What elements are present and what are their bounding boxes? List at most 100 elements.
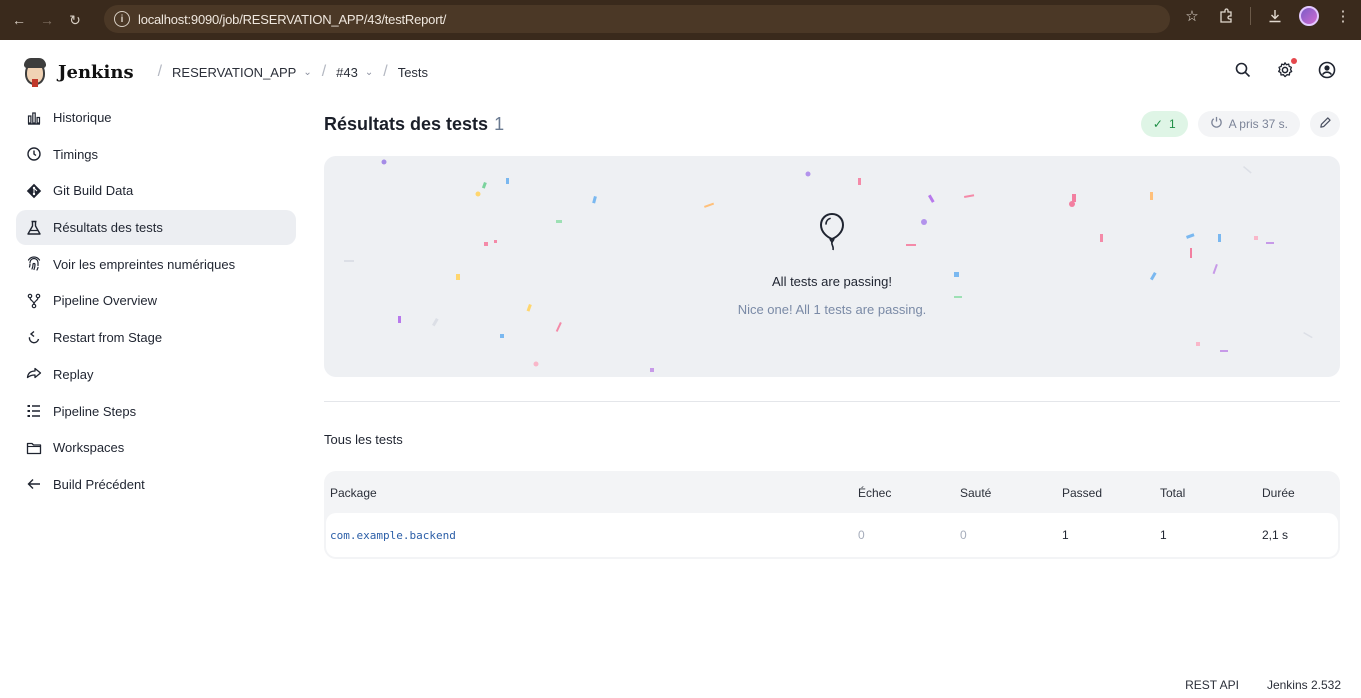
jenkins-logo-icon[interactable] (22, 57, 48, 87)
all-tests-passing-banner: All tests are passing! Nice one! All 1 t… (324, 156, 1340, 377)
notification-dot (1291, 58, 1297, 64)
toolbar-separator (1250, 7, 1251, 25)
back-arrow-icon[interactable]: ← (8, 9, 30, 31)
page-title-text: Résultats des tests (324, 113, 489, 134)
profile-avatar-icon[interactable] (1299, 6, 1319, 26)
table-header-row: Package Échec Sauté Passed Total Durée (326, 473, 1338, 513)
main-content: Résultats des tests 1 ✓ 1 A pris 37 s. A… (324, 104, 1340, 559)
edit-button[interactable] (1310, 111, 1340, 137)
sidebar-item-build-precedent[interactable]: Build Précédent (16, 467, 296, 502)
sidebar-item-pipeline-overview[interactable]: Pipeline Overview (16, 283, 296, 318)
column-header-echec[interactable]: Échec (858, 486, 960, 500)
breadcrumb-build[interactable]: #43 ⌄ (336, 65, 373, 80)
jenkins-version-link[interactable]: Jenkins 2.532 (1267, 678, 1341, 692)
arrow-left-icon (26, 476, 42, 492)
section-divider (324, 401, 1340, 402)
breadcrumb-build-label[interactable]: #43 (336, 65, 358, 80)
passed-tests-count: 1 (1168, 117, 1176, 131)
search-icon[interactable] (1233, 60, 1253, 80)
sidebar-item-empreintes[interactable]: Voir les empreintes numériques (16, 247, 296, 282)
rest-api-link[interactable]: REST API (1185, 678, 1239, 692)
column-header-saute[interactable]: Sauté (960, 486, 1062, 500)
column-header-duree[interactable]: Durée (1262, 486, 1322, 500)
sidebar-item-label[interactable]: Git Build Data (53, 183, 133, 198)
section-title-all-tests: Tous les tests (324, 432, 403, 447)
cell-total: 1 (1160, 528, 1167, 542)
confetti-decoration (344, 159, 1313, 372)
column-header-total[interactable]: Total (1160, 486, 1262, 500)
tests-passing-subtitle: Nice one! All 1 tests are passing. (737, 302, 927, 317)
forward-arrow-icon[interactable]: → (36, 9, 58, 31)
table-row: com.example.backend 0 0 1 1 2,1 s (326, 513, 1338, 557)
breadcrumb-separator: / (321, 63, 327, 80)
power-clock-icon (1210, 116, 1223, 132)
folder-icon (26, 440, 42, 456)
sidebar-item-git-build-data[interactable]: Git Build Data (16, 173, 296, 208)
settings-gear-icon[interactable] (1275, 58, 1297, 80)
sidebar-item-label[interactable]: Pipeline Overview (53, 293, 157, 308)
cell-echec: 0 (858, 528, 865, 542)
build-duration-badge[interactable]: A pris 37 s. (1197, 111, 1300, 137)
sidebar-item-workspaces[interactable]: Workspaces (16, 430, 296, 465)
package-link[interactable]: com.example.backend (330, 529, 456, 542)
sidebar: Historique Timings Git Build Data Résult… (16, 100, 296, 504)
url-text[interactable]: localhost:9090/job/RESERVATION_APP/43/te… (138, 12, 446, 27)
column-header-passed[interactable]: Passed (1062, 486, 1160, 500)
breadcrumb-job[interactable]: RESERVATION_APP ⌄ (172, 65, 312, 80)
replay-icon (26, 366, 42, 382)
site-info-icon[interactable]: i (114, 11, 130, 27)
pencil-icon (1319, 116, 1332, 132)
sidebar-item-label[interactable]: Voir les empreintes numériques (53, 257, 235, 272)
sidebar-item-label[interactable]: Replay (53, 367, 93, 382)
fingerprint-icon (26, 256, 42, 272)
breadcrumb-separator: / (157, 63, 163, 80)
tests-table: Package Échec Sauté Passed Total Durée c… (324, 471, 1340, 559)
sidebar-item-timings[interactable]: Timings (16, 137, 296, 172)
flask-icon (26, 220, 42, 236)
address-bar[interactable]: i localhost:9090/job/RESERVATION_APP/43/… (104, 5, 1170, 33)
sidebar-item-label[interactable]: Restart from Stage (53, 330, 162, 345)
sidebar-item-label[interactable]: Pipeline Steps (53, 404, 136, 419)
more-menu-icon[interactable]: ⋮ (1333, 6, 1353, 26)
git-icon (26, 183, 42, 199)
chevron-down-icon[interactable]: ⌄ (303, 67, 311, 78)
pipeline-fork-icon (26, 293, 42, 309)
restart-icon (26, 330, 42, 346)
bookmark-star-icon[interactable]: ☆ (1182, 6, 1202, 26)
chevron-down-icon[interactable]: ⌄ (365, 67, 373, 78)
history-bars-icon (26, 110, 42, 126)
page-title-count: 1 (494, 113, 505, 134)
download-icon[interactable] (1265, 6, 1285, 26)
sidebar-item-label[interactable]: Workspaces (53, 440, 124, 455)
column-header-package[interactable]: Package (326, 486, 858, 500)
sidebar-item-historique[interactable]: Historique (16, 100, 296, 135)
extensions-puzzle-icon[interactable] (1216, 6, 1236, 26)
cell-saute: 0 (960, 528, 967, 542)
build-duration-text: A pris 37 s. (1228, 117, 1288, 131)
page-footer: REST API Jenkins 2.532 (1185, 678, 1341, 692)
balloon-icon (818, 212, 846, 252)
breadcrumb-job-label[interactable]: RESERVATION_APP (172, 65, 296, 80)
cell-passed: 1 (1062, 528, 1069, 542)
sidebar-item-label[interactable]: Historique (53, 110, 112, 125)
jenkins-header: Jenkins / RESERVATION_APP ⌄ / #43 ⌄ / Te… (0, 46, 1361, 98)
browser-toolbar: ← → ↻ i localhost:9090/job/RESERVATION_A… (0, 0, 1361, 40)
brand-name[interactable]: Jenkins (58, 62, 134, 83)
passed-tests-badge[interactable]: ✓ 1 (1140, 111, 1188, 137)
sidebar-item-label[interactable]: Timings (53, 147, 98, 162)
timer-icon (26, 146, 42, 162)
sidebar-item-label[interactable]: Résultats des tests (53, 220, 163, 235)
breadcrumb-tests-label[interactable]: Tests (398, 65, 428, 80)
sidebar-item-replay[interactable]: Replay (16, 357, 296, 392)
sidebar-item-restart-from-stage[interactable]: Restart from Stage (16, 320, 296, 355)
sidebar-item-pipeline-steps[interactable]: Pipeline Steps (16, 394, 296, 429)
list-steps-icon (26, 403, 42, 419)
sidebar-item-label[interactable]: Build Précédent (53, 477, 145, 492)
sidebar-item-resultats-des-tests[interactable]: Résultats des tests (16, 210, 296, 246)
user-account-icon[interactable] (1317, 60, 1337, 80)
breadcrumb-tests[interactable]: Tests (398, 65, 428, 80)
reload-icon[interactable]: ↻ (64, 9, 86, 31)
breadcrumb-separator: / (383, 63, 388, 80)
cell-duree: 2,1 s (1262, 528, 1289, 542)
checkmark-icon: ✓ (1152, 117, 1163, 131)
